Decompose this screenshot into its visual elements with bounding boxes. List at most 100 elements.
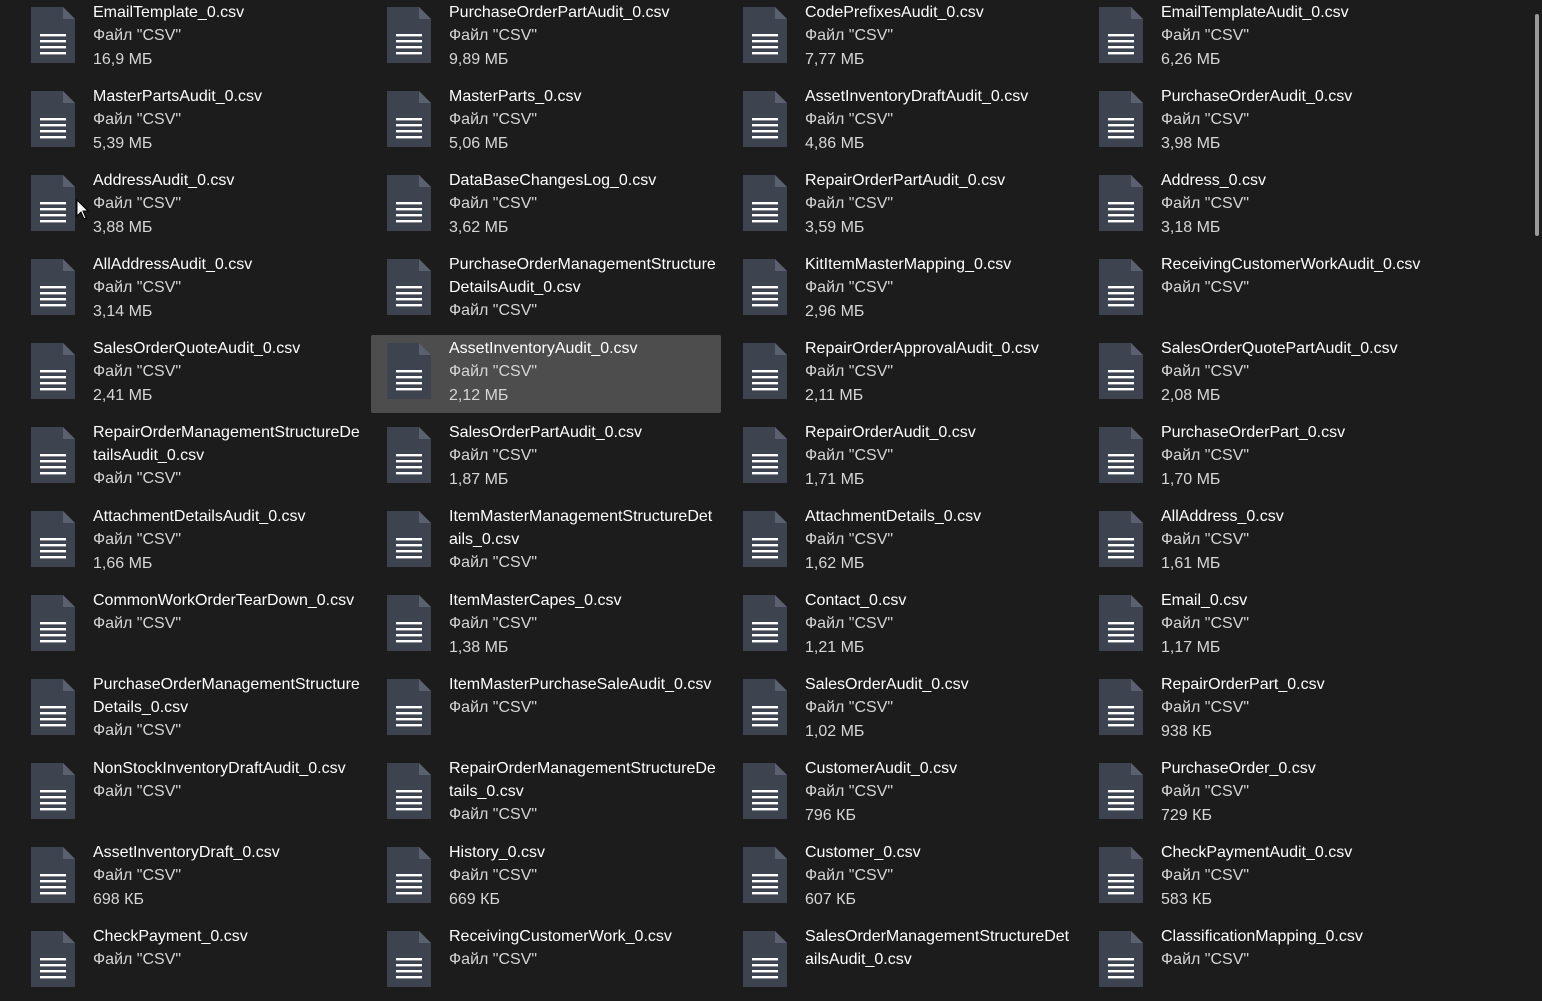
file-name: RepairOrderApprovalAudit_0.csv [805, 340, 1039, 357]
file-item[interactable]: SalesOrderPartAudit_0.csv Файл "CSV" 1,87 … [371, 419, 721, 497]
file-item[interactable]: ReceivingCustomerWorkAudit_0.csv Файл "CS… [1083, 251, 1433, 329]
file-item[interactable]: PurchaseOrderManagementStructureDetailsA… [371, 251, 721, 329]
file-size: 5,06 МБ [449, 135, 509, 152]
file-item[interactable]: RepairOrderAudit_0.csv Файл "CSV" 1,71 МБ [727, 419, 1077, 497]
file-item[interactable]: EmailTemplate_0.csv Файл "CSV" 16,9 МБ [15, 0, 365, 77]
file-name: SalesOrderAudit_0.csv [805, 676, 969, 693]
file-item[interactable]: CodePrefixesAudit_0.csv Файл "CSV" 7,77 МБ [727, 0, 1077, 77]
file-type: Файл "CSV" [449, 302, 538, 319]
file-name: SalesOrderQuoteAudit_0.csv [93, 340, 301, 357]
file-item[interactable]: DataBaseChangesLog_0.csv Файл "CSV" 3,62 М… [371, 167, 721, 245]
file-item[interactable]: AttachmentDetailsAudit_0.csv Файл "CSV" 1,… [15, 503, 365, 581]
file-type: Файл "CSV" [805, 615, 894, 632]
file-item[interactable]: ItemMasterPurchaseSaleAudit_0.csv Файл "C… [371, 671, 721, 749]
file-size: 16,9 МБ [93, 51, 153, 68]
file-item[interactable]: CustomerAudit_0.csv Файл "CSV" 796 КБ [727, 755, 1077, 833]
file-item[interactable]: AllAddress_0.csv Файл "CSV" 1,61 МБ [1083, 503, 1433, 581]
document-icon [386, 426, 432, 484]
file-item[interactable]: EmailTemplateAudit_0.csv Файл "CSV" 6,26 М… [1083, 0, 1433, 77]
file-item[interactable]: RepairOrderPart_0.csv Файл "CSV" 938 КБ [1083, 671, 1433, 749]
file-item[interactable]: AddressAudit_0.csv Файл "CSV" 3,88 МБ [15, 167, 365, 245]
file-item[interactable]: History_0.csv Файл "CSV" 669 КБ [371, 839, 721, 917]
document-icon [1098, 174, 1144, 232]
file-text: DataBaseChangesLog_0.csv Файл "CSV" 3,62 М… [449, 167, 719, 240]
file-type: Файл "CSV" [449, 615, 538, 632]
file-item[interactable]: CommonWorkOrderTearDown_0.csv Файл "CSV" [15, 587, 365, 665]
file-type: Файл "CSV" [449, 195, 538, 212]
file-type: Файл "CSV" [1161, 867, 1250, 884]
file-type: Файл "CSV" [449, 806, 538, 823]
file-item[interactable]: SalesOrderManagementStructureDetailsAudi… [727, 923, 1077, 1001]
file-name: KitItemMasterMapping_0.csv [805, 256, 1012, 273]
file-item[interactable]: PurchaseOrderManagementStructureDetails_… [15, 671, 365, 749]
file-type: Файл "CSV" [1161, 363, 1250, 380]
file-item[interactable]: RepairOrderManagementStructureDetails_0.… [371, 755, 721, 833]
file-item[interactable]: MasterPartsAudit_0.csv Файл "CSV" 5,39 МБ [15, 83, 365, 161]
file-size: 3,59 МБ [805, 219, 865, 236]
file-item[interactable]: MasterParts_0.csv Файл "CSV" 5,06 МБ [371, 83, 721, 161]
file-size: 1,21 МБ [805, 639, 865, 656]
file-name: Contact_0.csv [805, 592, 907, 609]
document-icon [386, 174, 432, 232]
file-item[interactable]: AssetInventoryDraftAudit_0.csv Файл "CSV"… [727, 83, 1077, 161]
file-item[interactable]: PurchaseOrderAudit_0.csv Файл "CSV" 3,98 М… [1083, 83, 1433, 161]
file-item[interactable]: Customer_0.csv Файл "CSV" 607 КБ [727, 839, 1077, 917]
file-text: PurchaseOrderPartAudit_0.csv Файл "CSV" 9,… [449, 0, 719, 72]
file-item[interactable]: AssetInventoryDraft_0.csv Файл "CSV" 698 К… [15, 839, 365, 917]
file-item[interactable]: ReceivingCustomerWork_0.csv Файл "CSV" [371, 923, 721, 1001]
document-icon [386, 90, 432, 148]
file-item[interactable]: Email_0.csv Файл "CSV" 1,17 МБ [1083, 587, 1433, 665]
file-item[interactable]: ItemMasterManagementStructureDetails_0.c… [371, 503, 721, 581]
document-icon [30, 426, 76, 484]
file-type: Файл "CSV" [449, 951, 538, 968]
file-text: CheckPayment_0.csv Файл "CSV" [93, 923, 363, 972]
file-name: CheckPaymentAudit_0.csv [1161, 844, 1353, 861]
file-size: 2,08 МБ [1161, 387, 1221, 404]
document-icon [742, 174, 788, 232]
file-item[interactable]: PurchaseOrder_0.csv Файл "CSV" 729 КБ [1083, 755, 1433, 833]
file-item[interactable]: CheckPaymentAudit_0.csv Файл "CSV" 583 КБ [1083, 839, 1433, 917]
file-item[interactable]: Contact_0.csv Файл "CSV" 1,21 МБ [727, 587, 1077, 665]
file-item[interactable]: SalesOrderAudit_0.csv Файл "CSV" 1,02 МБ [727, 671, 1077, 749]
file-item[interactable]: AllAddressAudit_0.csv Файл "CSV" 3,14 МБ [15, 251, 365, 329]
file-item[interactable]: ItemMasterCapes_0.csv Файл "CSV" 1,38 МБ [371, 587, 721, 665]
scrollbar-thumb[interactable] [1535, 14, 1539, 236]
file-type: Файл "CSV" [93, 615, 182, 632]
file-item[interactable]: SalesOrderQuoteAudit_0.csv Файл "CSV" 2,41… [15, 335, 365, 413]
file-text: RepairOrderAudit_0.csv Файл "CSV" 1,71 МБ [805, 419, 1075, 492]
file-item[interactable]: PurchaseOrderPartAudit_0.csv Файл "CSV" 9,… [371, 0, 721, 77]
document-icon [30, 174, 76, 232]
file-name: AllAddressAudit_0.csv [93, 256, 253, 273]
document-icon [386, 510, 432, 568]
file-item[interactable]: ClassificationMapping_0.csv Файл "CSV" [1083, 923, 1433, 1001]
document-icon [1098, 846, 1144, 904]
file-item[interactable]: SalesOrderQuotePartAudit_0.csv Файл "CSV"… [1083, 335, 1433, 413]
file-name: RepairOrderPartAudit_0.csv [805, 172, 1006, 189]
file-text: RepairOrderManagementStructureDetailsAud… [93, 419, 363, 491]
file-name: PurchaseOrderAudit_0.csv [1161, 88, 1353, 105]
file-type: Файл "CSV" [1161, 27, 1250, 44]
document-icon [742, 426, 788, 484]
file-item[interactable]: AttachmentDetails_0.csv Файл "CSV" 1,62 МБ [727, 503, 1077, 581]
file-type: Файл "CSV" [1161, 111, 1250, 128]
file-item[interactable]: NonStockInventoryDraftAudit_0.csv Файл "C… [15, 755, 365, 833]
file-name: CheckPayment_0.csv [93, 928, 248, 945]
file-text: EmailTemplate_0.csv Файл "CSV" 16,9 МБ [93, 0, 363, 72]
file-item[interactable]: RepairOrderManagementStructureDetailsAud… [15, 419, 365, 497]
file-text: PurchaseOrderPart_0.csv Файл "CSV" 1,70 МБ [1161, 419, 1431, 492]
file-item[interactable]: Address_0.csv Файл "CSV" 3,18 МБ [1083, 167, 1433, 245]
document-icon [30, 342, 76, 400]
file-item[interactable]: RepairOrderPartAudit_0.csv Файл "CSV" 3,59… [727, 167, 1077, 245]
file-type: Файл "CSV" [1161, 951, 1250, 968]
file-item[interactable]: RepairOrderApprovalAudit_0.csv Файл "CSV"… [727, 335, 1077, 413]
file-name: AssetInventoryDraft_0.csv [93, 844, 280, 861]
file-item[interactable]: AssetInventoryAudit_0.csv Файл "CSV" 2,12 … [371, 335, 721, 413]
file-size: 3,62 МБ [449, 219, 509, 236]
file-item[interactable]: CheckPayment_0.csv Файл "CSV" [15, 923, 365, 1001]
document-icon [30, 678, 76, 736]
document-icon [742, 678, 788, 736]
vertical-scrollbar[interactable] [1530, 0, 1542, 971]
file-item[interactable]: PurchaseOrderPart_0.csv Файл "CSV" 1,70 МБ [1083, 419, 1433, 497]
file-item[interactable]: KitItemMasterMapping_0.csv Файл "CSV" 2,96… [727, 251, 1077, 329]
file-type: Файл "CSV" [1161, 783, 1250, 800]
